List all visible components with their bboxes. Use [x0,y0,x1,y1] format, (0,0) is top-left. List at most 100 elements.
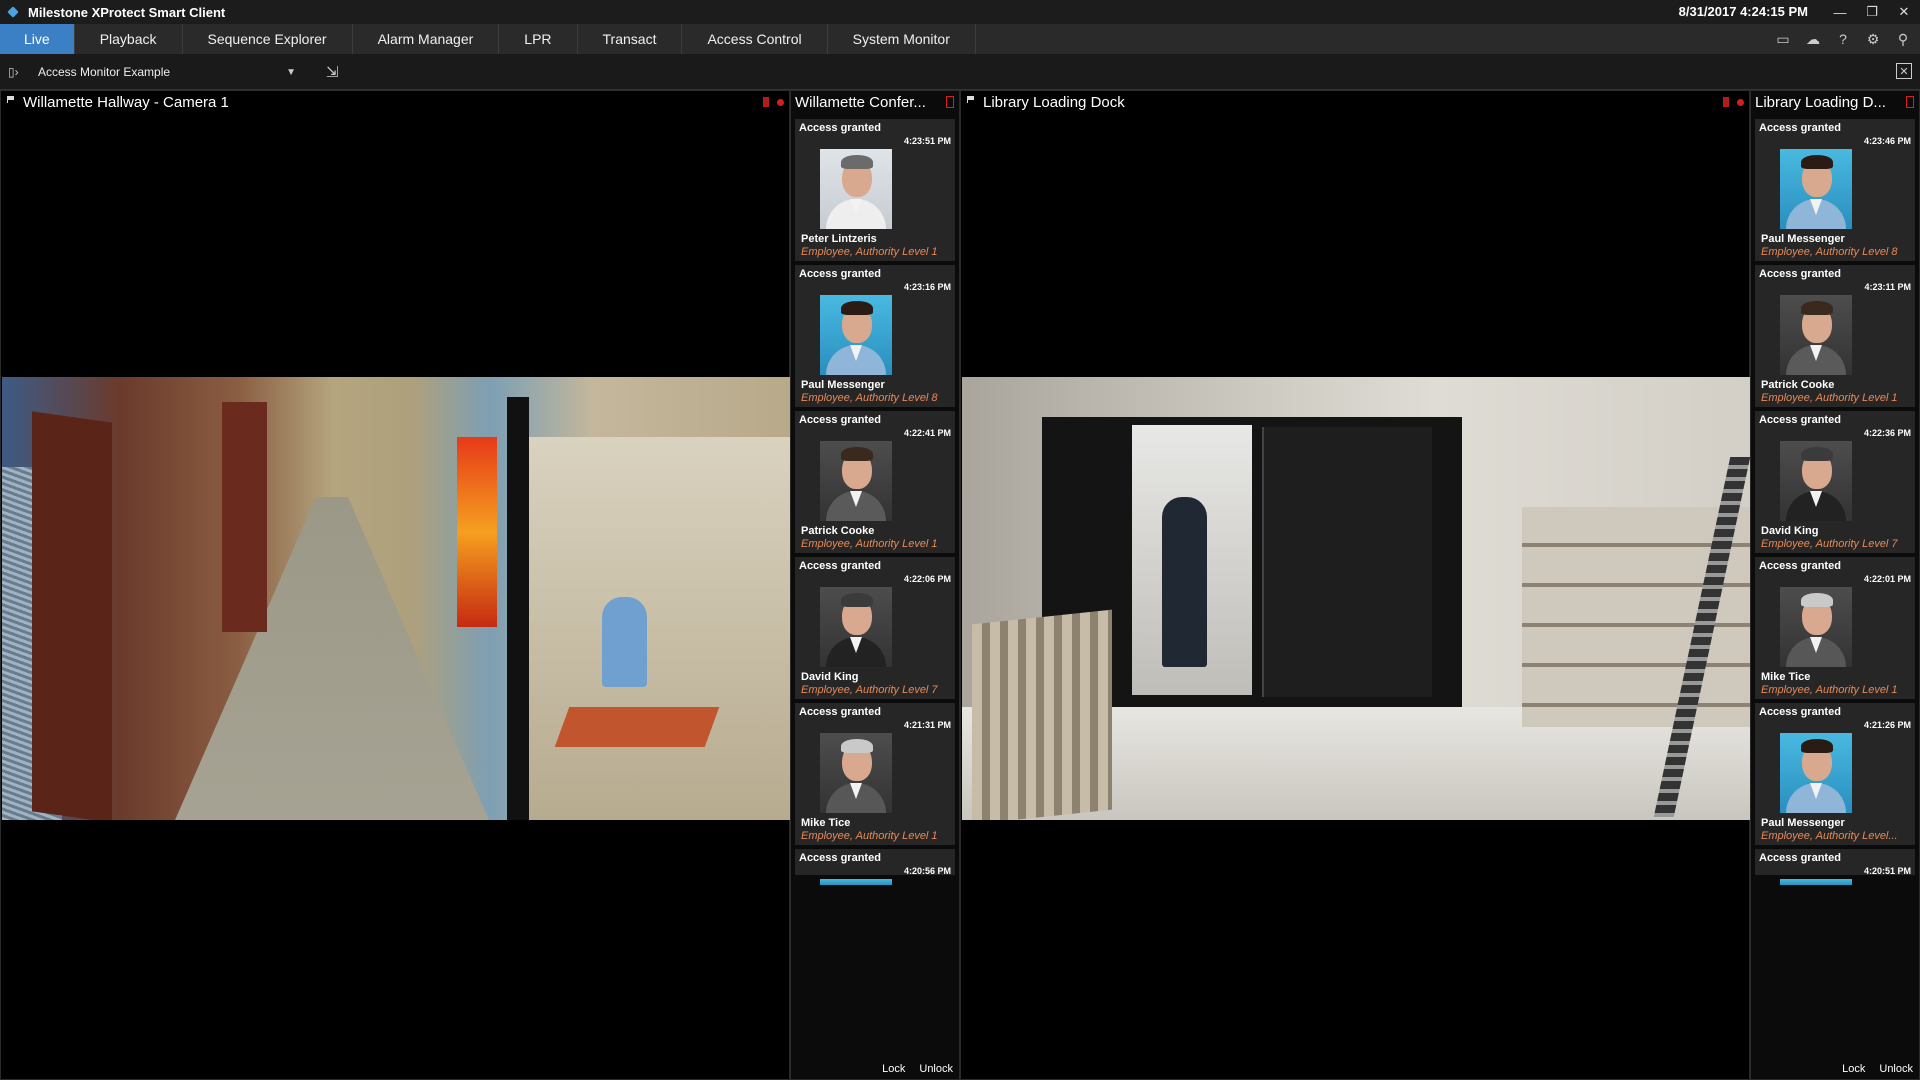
camera-title-row: Library Loading Dock [967,94,1125,111]
door-icon [1906,96,1914,108]
cardholder-photo [1780,295,1852,375]
cardholder-name: David King [801,671,859,683]
video-feed-hallway [2,377,790,820]
cardholder-photo [1780,879,1852,885]
cardholder-role: Employee, Authority Level... [1761,830,1898,842]
camera-pane-loading-dock[interactable]: Library Loading Dock [960,90,1750,1080]
scene-floor [172,497,492,820]
event-status: Access granted [799,122,881,134]
cardholder-photo [820,149,892,229]
photo-hair [841,593,873,607]
pin-icon[interactable]: ⚲ [1894,30,1912,48]
lock-button[interactable]: Lock [882,1063,905,1075]
access-event-card[interactable]: Access granted 4:22:06 PM David King Emp… [795,557,955,703]
chevron-down-icon: ▼ [286,66,296,78]
cardholder-photo [1780,149,1852,229]
tab-lpr[interactable]: LPR [499,24,578,54]
setup-icon[interactable]: ⇲ [326,63,339,81]
event-status: Access granted [1759,706,1841,718]
event-status: Access granted [799,560,881,572]
photo-hair [1801,739,1833,753]
event-time: 4:22:41 PM [903,428,951,438]
monitor-icon[interactable]: ▭ [1774,30,1792,48]
cardholder-photo [1780,441,1852,521]
scene-painting [457,437,497,627]
cardholder-name: Paul Messenger [801,379,885,391]
access-event-card[interactable]: Access granted 4:22:01 PM Mike Tice Empl… [1755,557,1915,703]
photo-hair [841,739,873,753]
access-event-card[interactable]: Access granted 4:21:26 PM Paul Messenger… [1755,703,1915,849]
cardholder-photo [1780,587,1852,667]
access-event-card[interactable]: Access granted 4:20:56 PM [795,849,955,885]
event-time: 4:22:01 PM [1863,574,1911,584]
scene-window-frame [507,397,529,820]
event-status: Access granted [1759,560,1841,572]
fullscreen-icon[interactable]: ✕ [1896,63,1912,79]
access-event-card[interactable]: Access granted 4:22:36 PM David King Emp… [1755,411,1915,557]
access-event-card[interactable]: Access granted 4:23:46 PM Paul Messenger… [1755,119,1915,265]
cardholder-photo [820,441,892,521]
lock-button[interactable]: Lock [1842,1063,1865,1075]
view-toolbar: ▯› Access Monitor Example ▼ ⇲ ✕ [0,54,1920,90]
unlock-button[interactable]: Unlock [919,1063,953,1075]
scene-person [1162,497,1207,667]
camera-title: Library Loading Dock [983,94,1125,111]
cardholder-name: Patrick Cooke [1761,379,1835,391]
app-title: Milestone XProtect Smart Client [28,4,226,20]
tab-live[interactable]: Live [0,24,75,54]
camera-title-row: Willamette Hallway - Camera 1 [7,94,229,111]
access-event-card[interactable]: Access granted 4:23:51 PM Peter Lintzeri… [795,119,955,265]
recording-icon [1723,97,1729,107]
access-event-card[interactable]: Access granted 4:22:41 PM Patrick Cooke … [795,411,955,557]
unlock-button[interactable]: Unlock [1879,1063,1913,1075]
access-event-card[interactable]: Access granted 4:20:51 PM [1755,849,1915,885]
event-list[interactable]: Access granted 4:23:46 PM Paul Messenger… [1755,119,1915,885]
door-controls: Lock Unlock [882,1063,953,1075]
tab-playback[interactable]: Playback [75,24,183,54]
cardholder-name: David King [1761,525,1819,537]
event-time: 4:21:26 PM [1863,720,1911,730]
access-event-card[interactable]: Access granted 4:21:31 PM Mike Tice Empl… [795,703,955,849]
event-status: Access granted [1759,852,1841,864]
photo-hair [1801,447,1833,461]
view-name: Access Monitor Example [38,65,171,79]
live-indicator-icon [1737,99,1744,106]
tab-access-control[interactable]: Access Control [682,24,828,54]
clock-datetime: 8/31/2017 4:24:15 PM [1678,4,1808,19]
photo-hair [1801,301,1833,315]
cardholder-name: Paul Messenger [1761,817,1845,829]
scene-person [602,597,647,687]
cardholder-name: Peter Lintzeris [801,233,877,245]
scene-door [1262,427,1432,697]
pane-toggle-icon[interactable]: ▯› [8,64,28,80]
event-status: Access granted [799,414,881,426]
cloud-icon[interactable]: ☁ [1804,30,1822,48]
workspace-tabs: Live Playback Sequence Explorer Alarm Ma… [0,24,1920,54]
tab-system-monitor[interactable]: System Monitor [828,24,976,54]
event-time: 4:23:16 PM [903,282,951,292]
tab-sequence-explorer[interactable]: Sequence Explorer [183,24,353,54]
cardholder-role: Employee, Authority Level 1 [1761,684,1898,696]
camera-pane-hallway[interactable]: Willamette Hallway - Camera 1 [0,90,790,1080]
access-event-card[interactable]: Access granted 4:23:11 PM Patrick Cooke … [1755,265,1915,411]
cardholder-photo [820,733,892,813]
tab-transact[interactable]: Transact [578,24,683,54]
event-time: 4:23:11 PM [1864,282,1911,292]
access-panel-title: Willamette Confer... [795,94,926,111]
event-time: 4:21:31 PM [903,720,951,730]
photo-hair [841,301,873,315]
event-list[interactable]: Access granted 4:23:51 PM Peter Lintzeri… [795,119,955,885]
help-icon[interactable]: ? [1834,30,1852,48]
access-event-card[interactable]: Access granted 4:23:16 PM Paul Messenger… [795,265,955,411]
title-bar: Milestone XProtect Smart Client 8/31/201… [0,0,1920,24]
cardholder-photo [820,587,892,667]
view-grid: Willamette Hallway - Camera 1 Willamette… [0,90,1920,1080]
gear-icon[interactable]: ⚙ [1864,30,1882,48]
tab-alarm-manager[interactable]: Alarm Manager [353,24,500,54]
view-selector[interactable]: Access Monitor Example ▼ [32,62,302,82]
cardholder-role: Employee, Authority Level 1 [801,830,938,842]
close-button[interactable]: ✕ [1888,0,1920,24]
scene-office [522,437,790,820]
restore-button[interactable]: ❐ [1856,0,1888,24]
minimize-button[interactable]: — [1824,0,1856,24]
